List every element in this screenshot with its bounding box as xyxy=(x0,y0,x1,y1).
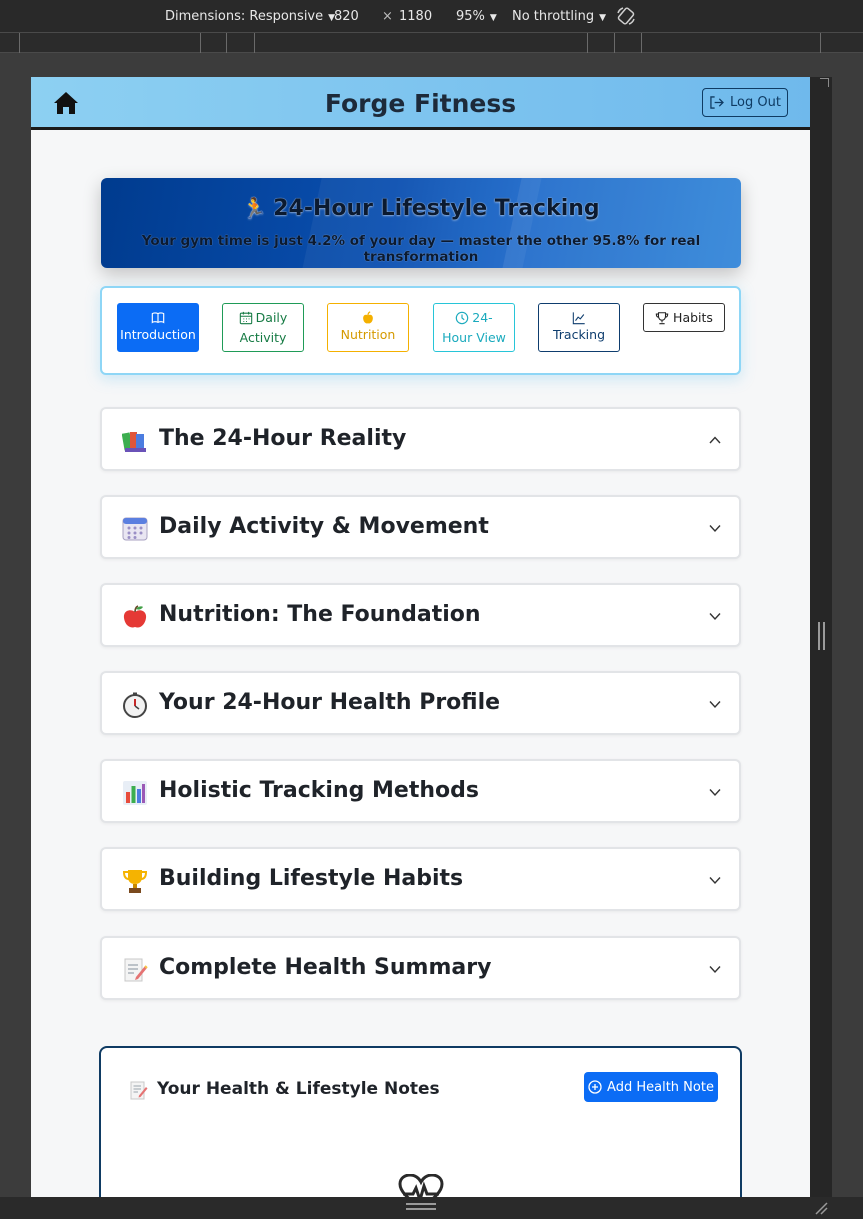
chevron-down-icon xyxy=(709,525,721,533)
chevron-up-icon xyxy=(709,436,721,444)
throttling-dropdown[interactable]: No throttling ▼ xyxy=(512,9,606,24)
accordion-daily-activity[interactable]: Daily Activity & Movement xyxy=(100,495,741,559)
logout-label: Log Out xyxy=(730,95,781,110)
caret-down-icon: ▼ xyxy=(599,13,606,23)
accordion-24-hour-reality[interactable]: The 24-Hour Reality xyxy=(100,407,741,471)
accordion-title: Holistic Tracking Methods xyxy=(159,778,479,803)
brand-title[interactable]: Forge Fitness xyxy=(31,89,810,118)
plus-circle-icon xyxy=(588,1080,602,1094)
accordion-nutrition[interactable]: Nutrition: The Foundation xyxy=(100,583,741,647)
books-icon xyxy=(122,432,146,452)
add-note-label: Add Health Note xyxy=(607,1079,714,1095)
zoom-label: 95% xyxy=(456,9,485,24)
tab-label: Tracking xyxy=(552,326,606,342)
width-resize-handle[interactable] xyxy=(818,622,825,650)
section-tabs: Introduction Daily Activity Nutrition 24… xyxy=(100,286,741,375)
notes-title: Your Health & Lifestyle Notes xyxy=(157,1079,440,1099)
throttling-label: No throttling xyxy=(512,9,595,24)
resize-grip-icon[interactable] xyxy=(813,1200,829,1216)
chevron-down-icon xyxy=(709,701,721,709)
tab-label: Introduction xyxy=(120,326,196,342)
hero-title: 🏃 24-Hour Lifestyle Tracking xyxy=(101,196,741,221)
accordion-title: Daily Activity & Movement xyxy=(159,514,489,539)
width-input[interactable]: 820 xyxy=(334,9,359,24)
runner-icon: 🏃 xyxy=(242,196,268,220)
trophy-icon xyxy=(655,311,669,324)
book-icon xyxy=(151,311,165,323)
chevron-down-icon xyxy=(709,877,721,885)
hero-banner: 🏃 24-Hour Lifestyle Tracking Your gym tim… xyxy=(101,178,741,268)
tab-label-line2: Hour View xyxy=(442,329,506,345)
accordion-tracking-methods[interactable]: Holistic Tracking Methods xyxy=(100,759,741,823)
media-query-ruler xyxy=(0,32,863,53)
accordion-health-profile[interactable]: Your 24-Hour Health Profile xyxy=(100,671,741,735)
tab-nutrition[interactable]: Nutrition xyxy=(327,303,409,352)
caret-down-icon: ▼ xyxy=(489,13,497,23)
accordion-title: The 24-Hour Reality xyxy=(159,426,407,451)
chart-line-icon xyxy=(572,311,585,324)
dimensions-label: Dimensions: Responsive xyxy=(165,9,324,24)
chevron-down-icon xyxy=(709,613,721,621)
chevron-down-icon xyxy=(709,966,721,974)
dimensions-dropdown[interactable]: Dimensions: Responsive ▼ xyxy=(165,9,335,24)
accordion-title: Building Lifestyle Habits xyxy=(159,866,464,891)
hero-subtitle: Your gym time is just 4.2% of your day —… xyxy=(141,233,701,265)
accordion-title: Nutrition: The Foundation xyxy=(159,602,481,627)
accordion-title: Your 24-Hour Health Profile xyxy=(159,690,501,715)
rotate-icon[interactable] xyxy=(616,6,636,26)
devtools-device-toolbar: Dimensions: Responsive ▼ 820 × 1180 95% ▼ … xyxy=(0,0,863,32)
tab-introduction[interactable]: Introduction xyxy=(117,303,199,352)
tab-daily-activity[interactable]: Daily Activity xyxy=(222,303,304,352)
calendar-icon xyxy=(122,517,148,541)
tab-tracking[interactable]: Tracking xyxy=(538,303,620,352)
clock-icon xyxy=(456,311,469,324)
tab-label: Daily xyxy=(255,309,288,325)
corner-marker xyxy=(820,78,829,87)
accordion-health-summary[interactable]: Complete Health Summary xyxy=(100,936,741,1000)
accordion-title: Complete Health Summary xyxy=(159,955,492,980)
memo-icon xyxy=(130,1081,148,1100)
zoom-dropdown[interactable]: 95% ▼ xyxy=(456,9,497,24)
heart-pulse-icon xyxy=(398,1174,444,1197)
apple-icon xyxy=(363,310,373,323)
height-resize-handle[interactable] xyxy=(406,1203,436,1210)
times-separator: × xyxy=(382,9,393,24)
tab-label-line2: Activity xyxy=(239,329,287,345)
chevron-down-icon xyxy=(709,789,721,797)
navbar: Forge Fitness Log Out xyxy=(31,77,810,130)
apple-icon xyxy=(123,605,147,628)
tab-habits[interactable]: Habits xyxy=(643,303,725,332)
page-viewport: Forge Fitness Log Out 🏃 24-Hour Lifestyle… xyxy=(31,77,810,1197)
memo-icon xyxy=(124,958,148,982)
calendar-icon xyxy=(239,311,252,324)
logout-button[interactable]: Log Out xyxy=(702,88,788,117)
height-input[interactable]: 1180 xyxy=(399,9,432,24)
logout-icon xyxy=(710,96,724,109)
accordion-lifestyle-habits[interactable]: Building Lifestyle Habits xyxy=(100,847,741,911)
tab-label: 24- xyxy=(472,309,493,325)
tab-label: Habits xyxy=(673,309,713,325)
add-health-note-button[interactable]: Add Health Note xyxy=(584,1072,718,1102)
hero-title-text: 24-Hour Lifestyle Tracking xyxy=(273,196,600,221)
tab-label: Nutrition xyxy=(340,326,396,342)
stopwatch-icon xyxy=(123,692,147,718)
bar-chart-icon xyxy=(123,781,147,805)
notes-panel: Your Health & Lifestyle Notes Add Health… xyxy=(99,1046,742,1197)
trophy-icon xyxy=(122,870,148,893)
tab-24-hour-view[interactable]: 24- Hour View xyxy=(433,303,515,352)
